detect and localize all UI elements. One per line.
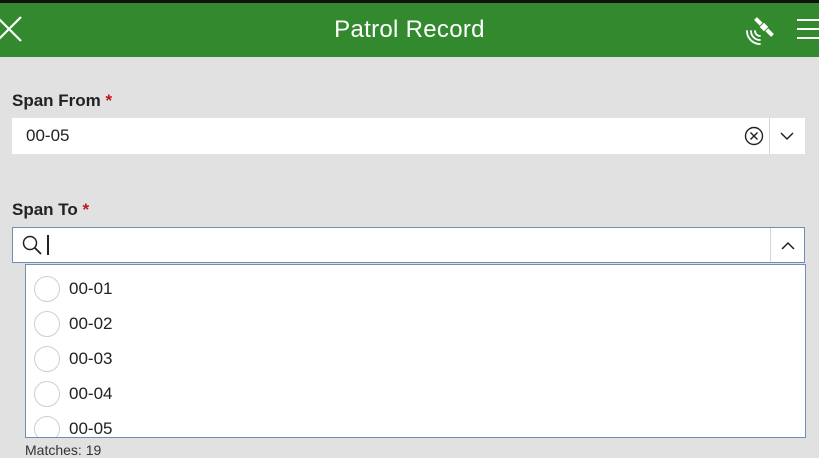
chevron-up-icon[interactable] (780, 238, 796, 254)
option-label: 00-05 (69, 419, 113, 438)
list-item[interactable]: 00-02 (26, 305, 805, 340)
clear-icon[interactable] (744, 126, 764, 146)
option-label: 00-02 (69, 314, 113, 333)
required-marker: * (82, 200, 90, 219)
span-to-label: Span To * (12, 200, 89, 220)
app-header: Patrol Record (0, 3, 819, 57)
span-from-value: 00-05 (26, 126, 70, 145)
divider (770, 228, 771, 262)
option-label: 00-01 (69, 279, 113, 298)
radio-button[interactable] (34, 416, 60, 437)
page-title: Patrol Record (334, 16, 485, 43)
text-cursor (47, 235, 49, 255)
span-to-search[interactable] (12, 227, 805, 264)
divider (769, 118, 770, 154)
list-item[interactable]: 00-03 (26, 340, 805, 375)
span-to-search-input[interactable] (51, 228, 755, 264)
list-item[interactable]: 00-05 (26, 410, 805, 438)
list-item[interactable]: 00-01 (26, 270, 805, 305)
radio-button[interactable] (34, 346, 60, 372)
span-to-label-text: Span To (12, 200, 78, 219)
satellite-icon[interactable] (744, 15, 776, 47)
span-from-label-text: Span From (12, 91, 101, 110)
list-item[interactable]: 00-04 (26, 375, 805, 410)
radio-button[interactable] (34, 311, 60, 337)
hamburger-menu-icon[interactable] (797, 19, 819, 41)
radio-button[interactable] (34, 276, 60, 302)
span-from-select[interactable]: 00-05 (12, 118, 805, 154)
radio-button[interactable] (34, 381, 60, 407)
span-to-options-list[interactable]: 00-01 00-02 00-03 00-04 00-05 (25, 264, 806, 438)
matches-count: Matches: 19 (25, 442, 102, 458)
search-icon (22, 235, 42, 255)
span-from-label: Span From * (12, 91, 112, 111)
required-marker: * (105, 91, 113, 110)
chevron-down-icon[interactable] (779, 128, 795, 144)
option-label: 00-04 (69, 384, 113, 403)
option-label: 00-03 (69, 349, 113, 368)
